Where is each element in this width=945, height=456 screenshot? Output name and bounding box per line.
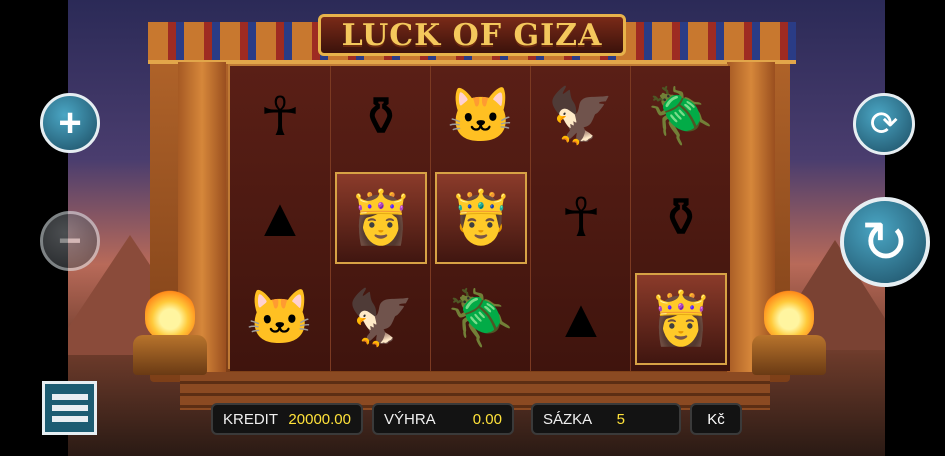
symbol-pharaoh: 🤴: [435, 171, 527, 264]
spin-button[interactable]: ↻: [840, 197, 930, 287]
reel-3: 🐱 🤴 🪲: [430, 66, 530, 371]
symbol-cleopatra-frame: 👸: [631, 268, 731, 369]
spin-icon: ↻: [860, 210, 910, 275]
symbol-vase: ⚱: [358, 87, 404, 147]
game-title: LUCK OF GIZA: [341, 17, 603, 53]
symbol-scarab: 🪲: [647, 86, 715, 146]
brazier-left: [133, 335, 207, 375]
symbol-cleopatra: 👸: [635, 272, 727, 365]
menu-icon: [51, 416, 88, 422]
flame-icon: [145, 288, 195, 340]
autoplay-button[interactable]: ⟳: [853, 93, 915, 155]
credit-display: KREDIT 20000.00: [211, 403, 363, 435]
reel-4: 🦅 ☥ ▲: [530, 66, 630, 371]
symbol-cleopatra: 👸: [335, 171, 427, 264]
menu-icon: [51, 405, 88, 411]
win-label: VÝHRA: [384, 410, 436, 428]
menu-icon: [51, 394, 88, 400]
game-logo: LUCK OF GIZA: [318, 14, 626, 56]
decrease-bet-button[interactable]: −: [40, 211, 100, 271]
bet-value: 5: [616, 410, 625, 428]
symbol-cleopatra-frame: 👸: [331, 167, 431, 268]
credit-label: KREDIT: [223, 410, 279, 428]
minus-icon: −: [58, 218, 82, 263]
symbol-pyramid: ▲: [554, 288, 608, 349]
reel-1: ☥ ▲ 🐱: [230, 66, 330, 371]
symbol-bastet: 🐱: [447, 86, 515, 146]
currency-button[interactable]: Kč: [690, 403, 742, 435]
symbol-pyramid: ▲: [253, 187, 307, 248]
win-value: 0.00: [472, 410, 502, 428]
brazier-right: [752, 335, 826, 375]
win-display: VÝHRA 0.00: [372, 403, 514, 435]
symbol-pharaoh-frame: 🤴: [431, 167, 531, 268]
bet-display[interactable]: SÁZKA 5: [531, 403, 681, 435]
currency-label: Kč: [707, 410, 725, 428]
symbol-horus: 🦅: [547, 86, 615, 146]
symbol-scarab: 🪲: [447, 288, 515, 348]
symbol-ankh: ☥: [560, 188, 602, 248]
symbol-vase: ⚱: [658, 188, 704, 248]
increase-bet-button[interactable]: +: [40, 93, 100, 153]
symbol-ankh: ☥: [259, 87, 301, 147]
bet-label: SÁZKA: [543, 410, 593, 428]
autoplay-icon: ⟳: [869, 105, 899, 143]
plus-icon: +: [58, 100, 82, 145]
reel-5: 🪲 ⚱ 👸: [630, 66, 730, 371]
menu-button[interactable]: [42, 381, 97, 435]
game-stage: LUCK OF GIZA ☥ ▲ 🐱 ⚱ 👸 🦅 🐱 🤴 🪲 🦅 ☥ ▲ 🪲 ⚱…: [0, 0, 945, 456]
credit-value: 20000.00: [288, 410, 351, 428]
reel-grid: ☥ ▲ 🐱 ⚱ 👸 🦅 🐱 🤴 🪲 🦅 ☥ ▲ 🪲 ⚱ 👸: [228, 64, 730, 371]
flame-icon: [764, 288, 814, 340]
reel-2: ⚱ 👸 🦅: [330, 66, 430, 371]
symbol-horus: 🦅: [347, 288, 415, 348]
symbol-bastet: 🐱: [246, 288, 314, 348]
